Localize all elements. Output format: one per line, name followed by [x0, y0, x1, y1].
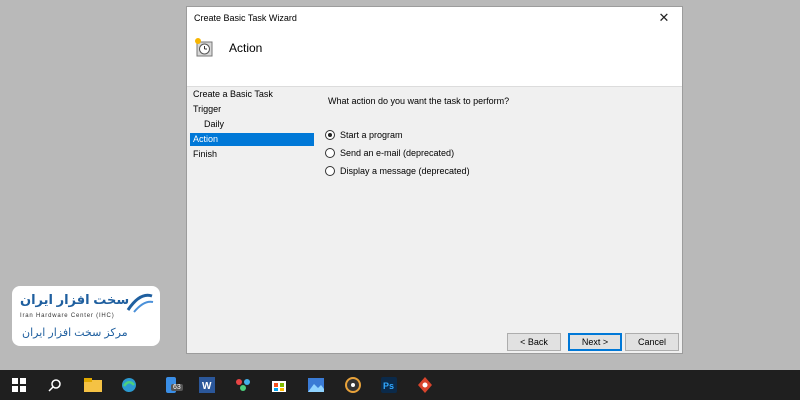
taskbar-badge: 63 [171, 384, 183, 391]
radio-label: Start a program [340, 130, 403, 140]
step-finish[interactable]: Finish [190, 148, 314, 161]
logo-english-text: Iran Hardware Center (IHC) [20, 313, 115, 319]
next-button[interactable]: Next > [568, 333, 622, 351]
svg-text:W: W [202, 381, 212, 392]
phone-link-icon[interactable]: 63 [160, 374, 183, 396]
taskbar: 63 W Ps [0, 370, 800, 400]
radio-label: Send an e-mail (deprecated) [340, 148, 455, 158]
task-scheduler-icon [195, 38, 213, 57]
step-daily[interactable]: Daily [190, 118, 314, 131]
wizard-window: Create Basic Task Wizard ✕ Action Create… [186, 6, 683, 354]
davinci-icon[interactable] [232, 374, 254, 396]
step-trigger[interactable]: Trigger [190, 103, 314, 116]
window-title: Create Basic Task Wizard [194, 13, 297, 23]
radio-button[interactable] [325, 166, 335, 176]
file-explorer-icon[interactable] [82, 374, 104, 396]
media-player-icon[interactable] [342, 374, 364, 396]
wizard-steps: Create a Basic Task Trigger Daily Action… [187, 87, 315, 353]
logo-main-text: سخت افزار ایران [20, 292, 130, 307]
page-title: Action [229, 41, 263, 55]
step-action[interactable]: Action [190, 133, 314, 146]
logo-swoosh-icon [126, 293, 154, 313]
edge-icon[interactable] [118, 374, 140, 396]
cancel-button[interactable]: Cancel [625, 333, 679, 351]
word-icon[interactable]: W [196, 374, 218, 396]
close-icon[interactable]: ✕ [646, 7, 682, 29]
radio-start-program[interactable]: Start a program [325, 130, 403, 140]
radio-button[interactable] [325, 148, 335, 158]
svg-text:Ps: Ps [383, 381, 394, 391]
search-icon[interactable] [44, 374, 66, 396]
wizard-header: Action [187, 29, 682, 87]
windows-start-icon[interactable] [8, 374, 30, 396]
ihc-logo: سخت افزار ایران Iran Hardware Center (IH… [12, 286, 160, 346]
action-question: What action do you want the task to perf… [328, 96, 510, 106]
app-icon[interactable] [414, 374, 436, 396]
photos-icon[interactable] [305, 374, 327, 396]
photoshop-icon[interactable]: Ps [378, 374, 400, 396]
wizard-content: What action do you want the task to perf… [315, 87, 682, 353]
radio-send-email[interactable]: Send an e-mail (deprecated) [325, 148, 454, 158]
radio-button[interactable] [325, 130, 335, 140]
back-button[interactable]: < Back [507, 333, 561, 351]
logo-persian-text: مرکز سخت افزار ایران [22, 327, 128, 339]
radio-label: Display a message (deprecated) [340, 166, 470, 176]
title-bar: Create Basic Task Wizard ✕ [187, 7, 682, 29]
radio-display-message[interactable]: Display a message (deprecated) [325, 166, 470, 176]
step-create-basic-task[interactable]: Create a Basic Task [190, 88, 314, 101]
store-icon[interactable] [268, 374, 290, 396]
